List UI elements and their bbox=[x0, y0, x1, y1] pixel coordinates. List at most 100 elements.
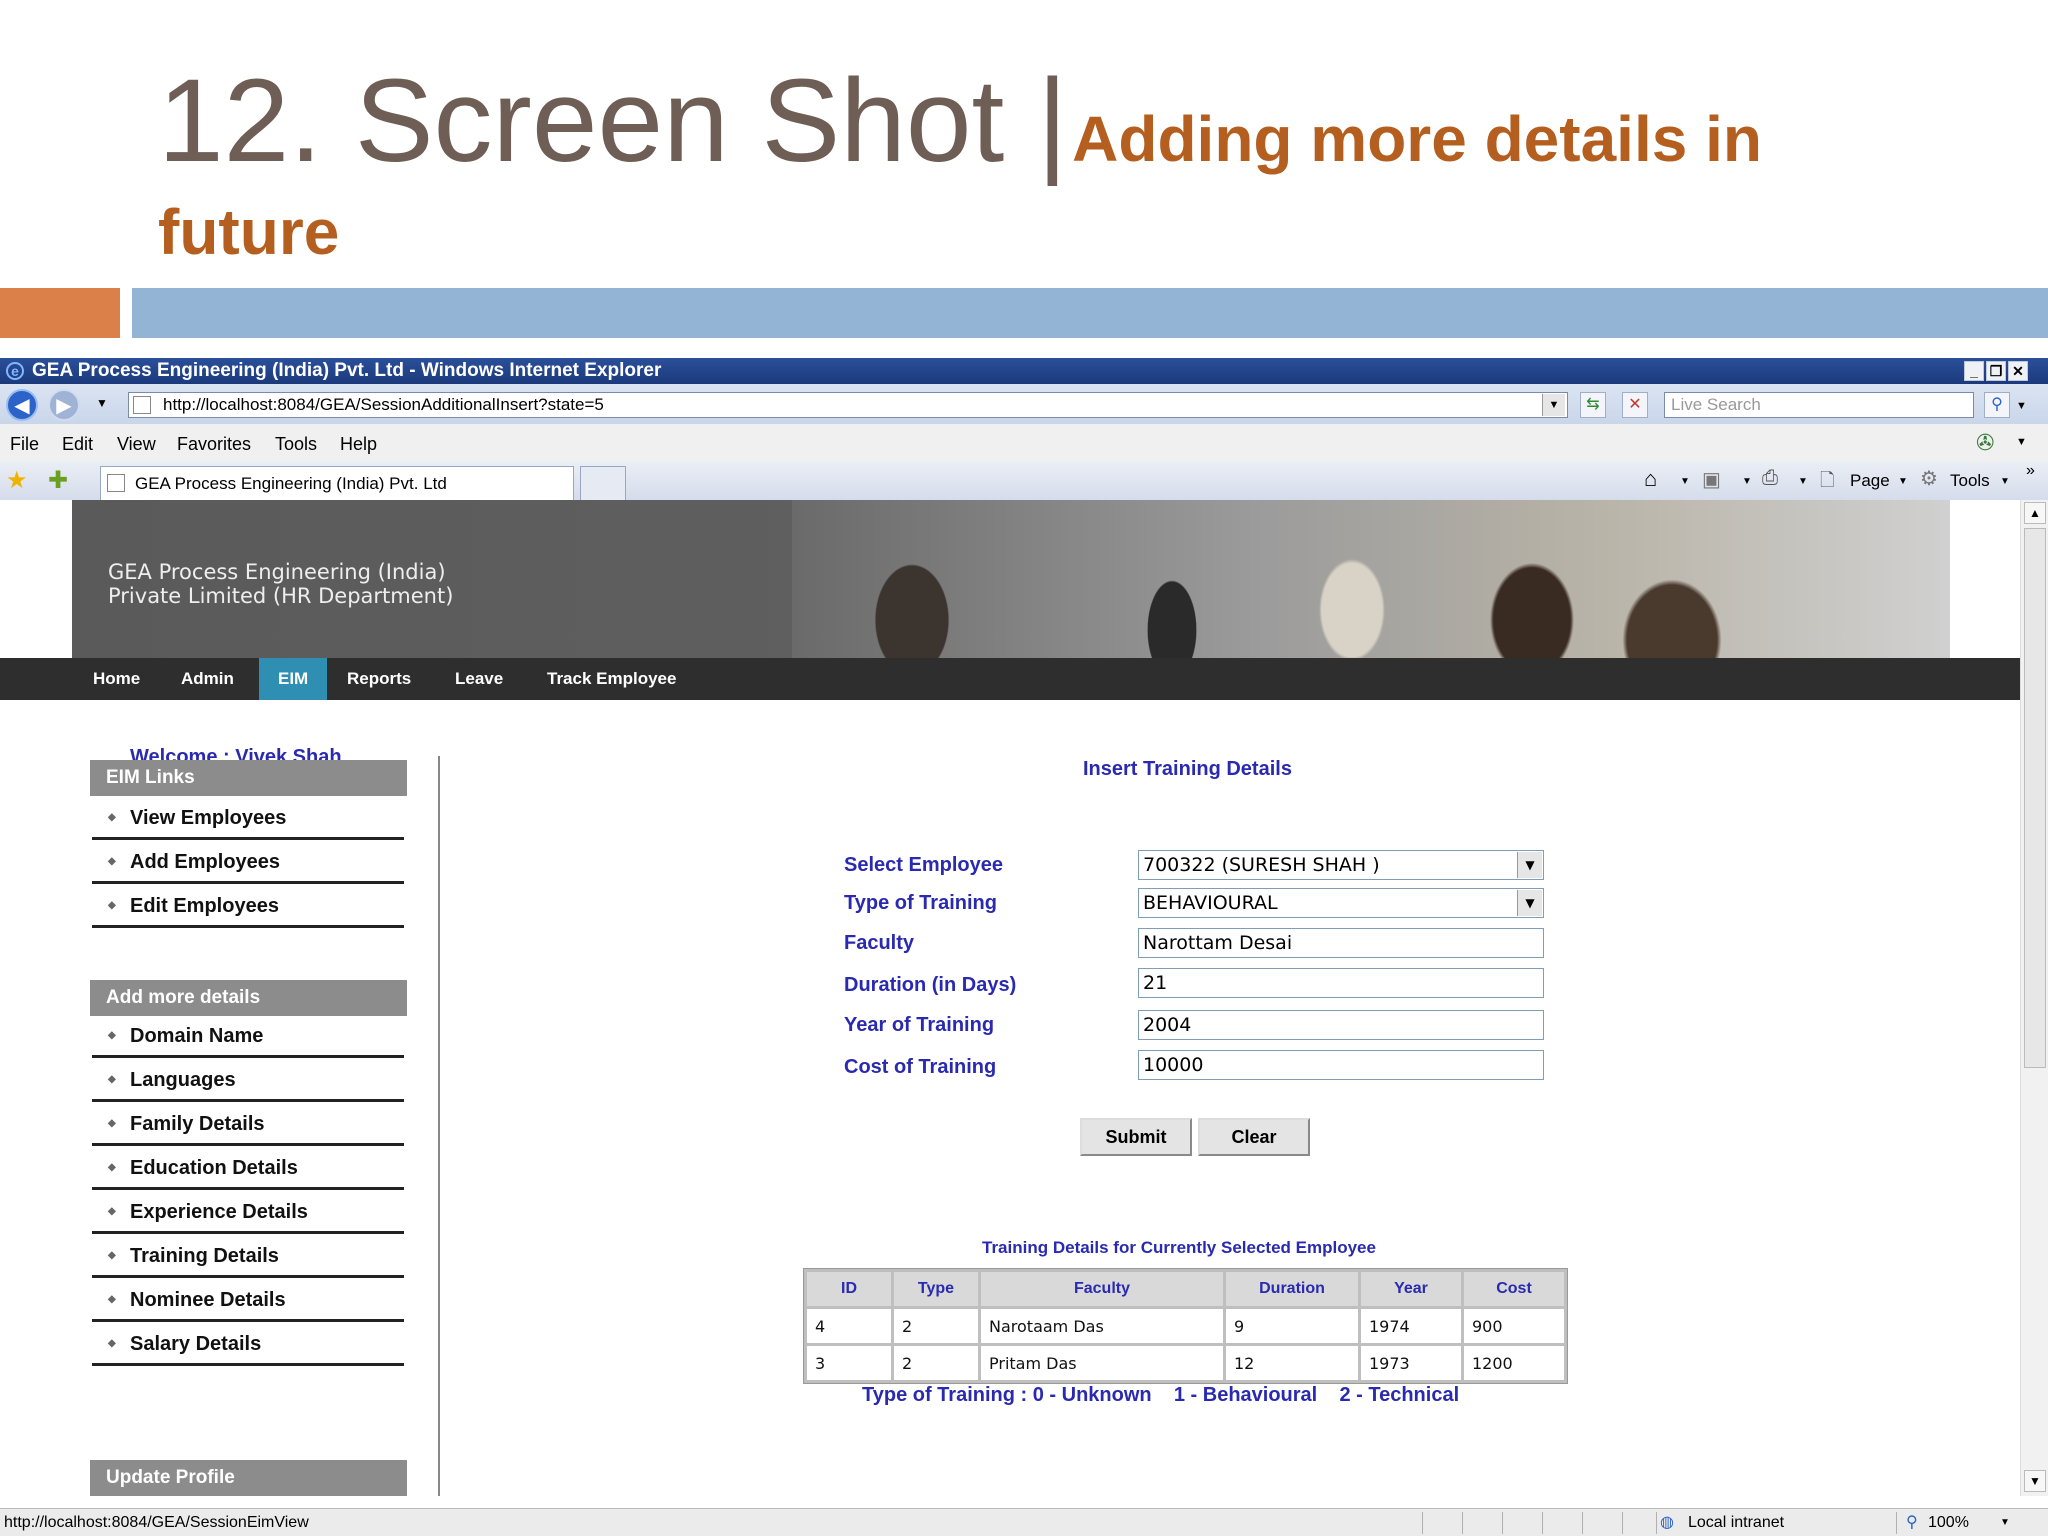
sidebar-link-domain-name[interactable]: ◆ Domain Name bbox=[92, 1016, 404, 1058]
bullet-icon: ◆ bbox=[108, 1294, 116, 1305]
scroll-up-icon[interactable]: ▲ bbox=[2024, 502, 2046, 524]
window-title: GEA Process Engineering (India) Pvt. Ltd… bbox=[32, 360, 662, 381]
tab-current[interactable]: GEA Process Engineering (India) Pvt. Ltd bbox=[100, 466, 574, 500]
back-button[interactable]: ◀ bbox=[6, 389, 38, 421]
status-divider bbox=[1502, 1512, 1503, 1534]
nav-admin[interactable]: Admin bbox=[162, 658, 253, 700]
submit-button[interactable]: Submit bbox=[1080, 1118, 1192, 1156]
sidebar-link-label: Nominee Details bbox=[130, 1289, 286, 1311]
search-icon[interactable]: ⚲ bbox=[1984, 392, 2010, 418]
bullet-icon: ◆ bbox=[108, 1206, 116, 1217]
address-dropdown-icon[interactable]: ▼ bbox=[1542, 394, 1565, 416]
bullet-icon: ◆ bbox=[108, 1162, 116, 1173]
toolbar-extension-icon[interactable]: ✇ bbox=[1976, 430, 1994, 456]
gear-icon[interactable]: ⚙ bbox=[1920, 466, 1938, 491]
scroll-down-icon[interactable]: ▼ bbox=[2024, 1470, 2046, 1492]
table-row: 4 2 Narotaam Das 9 1974 900 bbox=[807, 1309, 1564, 1343]
training-type-legend: Type of Training : 0 - Unknown 1 - Behav… bbox=[862, 1384, 1460, 1406]
cell-type: 2 bbox=[894, 1346, 978, 1380]
bullet-icon: ◆ bbox=[108, 900, 116, 911]
menu-tools[interactable]: Tools bbox=[275, 434, 317, 455]
add-favorites-icon[interactable]: ✚ bbox=[48, 466, 68, 495]
window-titlebar: e GEA Process Engineering (India) Pvt. L… bbox=[0, 358, 2048, 384]
browser-window: e GEA Process Engineering (India) Pvt. L… bbox=[0, 358, 2048, 1536]
menu-edit[interactable]: Edit bbox=[62, 434, 93, 455]
menu-file[interactable]: File bbox=[10, 434, 39, 455]
type-of-training-dropdown[interactable]: BEHAVIOURAL ▼ bbox=[1138, 888, 1544, 918]
chevron-more-icon[interactable]: » bbox=[2026, 462, 2035, 480]
restore-button[interactable]: ❐ bbox=[1986, 361, 2006, 381]
nav-reports[interactable]: Reports bbox=[328, 658, 430, 700]
extension-dropdown-icon[interactable]: ▼ bbox=[2016, 436, 2027, 448]
tools-menu[interactable]: Tools bbox=[1950, 471, 1990, 491]
bullet-icon: ◆ bbox=[108, 1030, 116, 1041]
nav-track-employee[interactable]: Track Employee bbox=[528, 658, 695, 700]
slide-title: 12. Screen Shot | Adding more details in bbox=[158, 59, 2038, 184]
sidebar-link-view-employees[interactable]: ◆ View Employees bbox=[92, 798, 404, 840]
forward-button[interactable]: ▶ bbox=[48, 389, 80, 421]
sidebar-link-languages[interactable]: ◆ Languages bbox=[92, 1060, 404, 1102]
nav-leave[interactable]: Leave bbox=[436, 658, 522, 700]
sidebar-link-education-details[interactable]: ◆ Education Details bbox=[92, 1148, 404, 1190]
sidebar-link-add-employees[interactable]: ◆ Add Employees bbox=[92, 842, 404, 884]
table-header-row: ID Type Faculty Duration Year Cost bbox=[807, 1272, 1564, 1306]
clear-button[interactable]: Clear bbox=[1198, 1118, 1310, 1156]
close-window-button[interactable]: ✕ bbox=[2008, 361, 2028, 381]
zoom-dropdown-icon[interactable]: ▼ bbox=[2000, 1509, 2010, 1536]
history-dropdown-icon[interactable]: ▼ bbox=[96, 396, 108, 410]
cell-year: 1973 bbox=[1361, 1346, 1461, 1380]
page-dropdown-icon[interactable]: ▼ bbox=[1898, 476, 1908, 487]
sidebar-link-label: Add Employees bbox=[130, 851, 281, 873]
vertical-scrollbar[interactable]: ▲ ▼ bbox=[2020, 500, 2048, 1496]
sidebar-link-label: Edit Employees bbox=[130, 895, 279, 917]
bullet-icon: ◆ bbox=[108, 1118, 116, 1129]
sidebar-update-profile-header[interactable]: Update Profile bbox=[90, 1460, 407, 1496]
accent-bar-orange bbox=[0, 288, 120, 338]
menu-view[interactable]: View bbox=[117, 434, 156, 455]
minimize-button[interactable]: _ bbox=[1964, 361, 1984, 381]
cost-input[interactable]: 10000 bbox=[1138, 1050, 1544, 1080]
faculty-input[interactable]: Narottam Desai bbox=[1138, 928, 1544, 958]
page-menu[interactable]: Page bbox=[1850, 471, 1890, 491]
home-dropdown-icon[interactable]: ▼ bbox=[1680, 476, 1690, 487]
address-input[interactable]: http://localhost:8084/GEA/SessionAdditio… bbox=[128, 392, 1568, 418]
col-id: ID bbox=[807, 1272, 891, 1306]
sidebar-link-salary-details[interactable]: ◆ Salary Details bbox=[92, 1324, 404, 1366]
address-bar-row: ◀ ▶ ▼ http://localhost:8084/GEA/SessionA… bbox=[0, 384, 2048, 424]
print-dropdown-icon[interactable]: ▼ bbox=[1798, 476, 1808, 487]
page-icon[interactable]: 🗋 bbox=[1820, 468, 1834, 498]
status-divider bbox=[1656, 1512, 1657, 1534]
chevron-down-icon[interactable]: ▼ bbox=[1517, 890, 1542, 916]
intranet-globe-icon: ◍ bbox=[1660, 1514, 1674, 1531]
home-icon[interactable]: ⌂ bbox=[1644, 466, 1657, 492]
search-options-icon[interactable]: ▼ bbox=[2016, 400, 2027, 412]
tools-dropdown-icon[interactable]: ▼ bbox=[2000, 476, 2010, 487]
sidebar-link-nominee-details[interactable]: ◆ Nominee Details bbox=[92, 1280, 404, 1322]
feeds-icon[interactable]: ▣ bbox=[1702, 467, 1721, 492]
sidebar-link-family-details[interactable]: ◆ Family Details bbox=[92, 1104, 404, 1146]
print-icon[interactable]: ⎙ bbox=[1762, 467, 1778, 490]
menu-favorites[interactable]: Favorites bbox=[177, 434, 251, 455]
nav-home[interactable]: Home bbox=[74, 658, 159, 700]
sidebar-link-edit-employees[interactable]: ◆ Edit Employees bbox=[92, 886, 404, 928]
new-tab-button[interactable] bbox=[580, 466, 626, 500]
sidebar-link-training-details[interactable]: ◆ Training Details bbox=[92, 1236, 404, 1278]
sidebar-link-experience-details[interactable]: ◆ Experience Details bbox=[92, 1192, 404, 1234]
col-type: Type bbox=[894, 1272, 978, 1306]
slide-title-line2: future bbox=[158, 196, 340, 268]
scroll-thumb[interactable] bbox=[2024, 528, 2046, 1068]
favorites-star-icon[interactable]: ★ bbox=[6, 466, 28, 495]
year-input[interactable]: 2004 bbox=[1138, 1010, 1544, 1040]
duration-input[interactable]: 21 bbox=[1138, 968, 1544, 998]
label-type-of-training: Type of Training bbox=[844, 892, 997, 914]
select-employee-dropdown[interactable]: 700322 (SURESH SHAH ) ▼ bbox=[1138, 850, 1544, 880]
zoom-icon[interactable]: ⚲ bbox=[1906, 1509, 1918, 1536]
zoom-level[interactable]: 100% bbox=[1928, 1509, 1969, 1536]
search-input[interactable]: Live Search bbox=[1664, 392, 1974, 418]
nav-eim[interactable]: EIM bbox=[259, 658, 328, 700]
menu-help[interactable]: Help bbox=[340, 434, 377, 455]
refresh-button[interactable]: ⇆ bbox=[1580, 392, 1606, 418]
chevron-down-icon[interactable]: ▼ bbox=[1517, 852, 1542, 878]
feeds-dropdown-icon[interactable]: ▼ bbox=[1742, 476, 1752, 487]
stop-button[interactable]: ✕ bbox=[1622, 392, 1648, 418]
